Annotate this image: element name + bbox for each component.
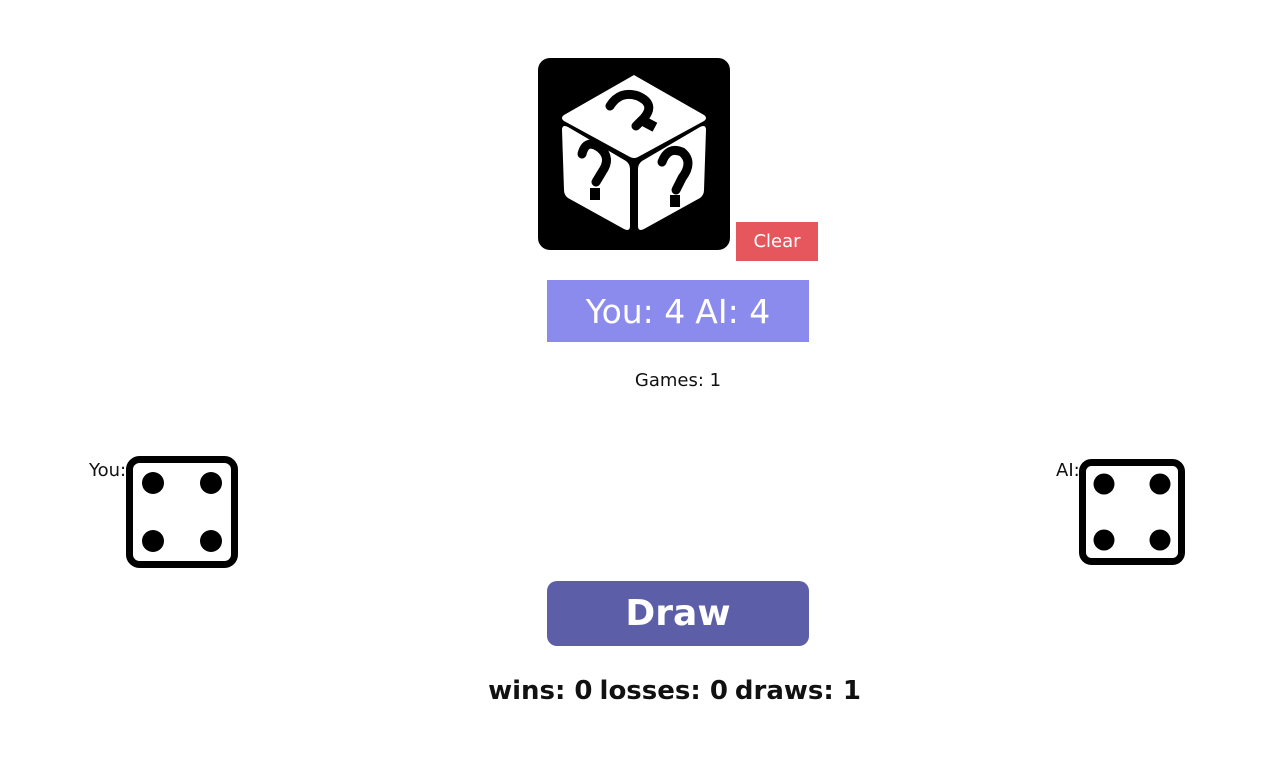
score-you: You: 4 — [585, 291, 686, 331]
draw-button[interactable]: Draw — [547, 581, 809, 646]
score-banner: You: 4 AI: 4 — [547, 280, 809, 342]
mystery-dice-icon — [538, 58, 730, 250]
clear-button[interactable]: Clear — [736, 222, 818, 261]
player-label-you: You: — [89, 460, 127, 481]
ai-die-four-icon — [1079, 459, 1185, 565]
games-count: Games: 1 — [634, 370, 722, 391]
player-die-four-icon — [126, 456, 238, 568]
draws-count: draws: 1 — [734, 676, 861, 706]
losses-count: losses: 0 — [599, 676, 728, 706]
win-loss-record: wins: 0 losses: 0 draws: 1 — [400, 676, 956, 706]
score-ai: AI: 4 — [695, 291, 771, 331]
player-label-ai: AI: — [1056, 460, 1080, 481]
wins-count: wins: 0 — [488, 676, 593, 706]
